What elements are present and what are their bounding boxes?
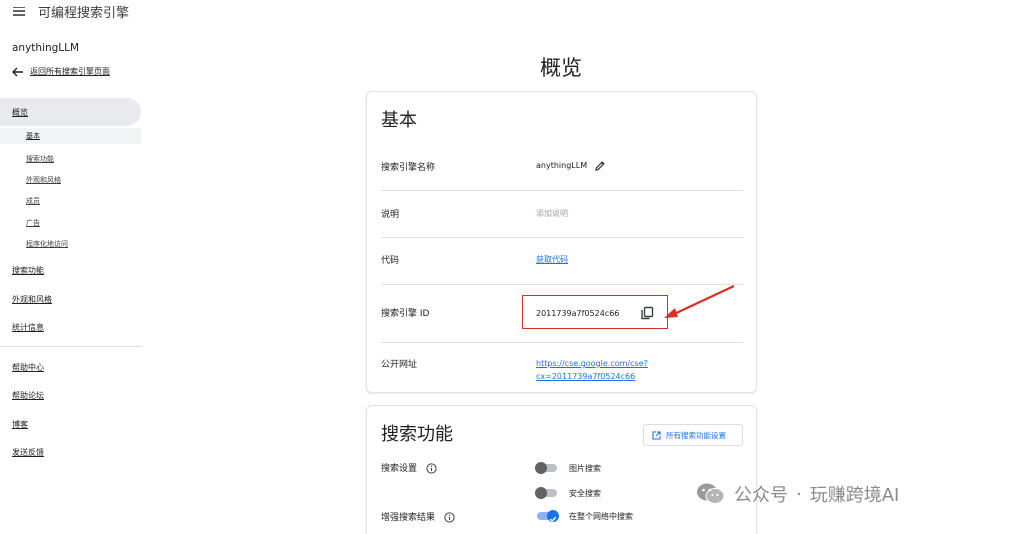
- public-url-line2: cx=2011739a7f0524c66: [536, 372, 636, 381]
- row-divider: [381, 237, 743, 238]
- engine-id-label: 搜索引擎 ID: [381, 309, 430, 319]
- engine-name-label: 搜索引擎名称: [381, 163, 436, 173]
- nav-sub-programmatic-access[interactable]: 程序化地访问: [26, 239, 68, 249]
- nav-help-forum[interactable]: 帮助论坛: [12, 390, 44, 401]
- nav-send-feedback[interactable]: 发送反馈: [12, 447, 44, 458]
- watermark: 公众号 · 玩赚跨境AI: [696, 481, 899, 507]
- arrow-back-icon: [12, 67, 23, 76]
- search-settings-row: 搜索设置: [381, 461, 437, 474]
- nav-look-and-feel[interactable]: 外观和风格: [12, 294, 52, 305]
- nav-sub-search-features[interactable]: 搜索功能: [26, 154, 54, 164]
- safe-search-toggle[interactable]: [535, 487, 559, 499]
- image-search-label: 图片搜索: [569, 464, 601, 473]
- edit-pencil-icon[interactable]: [594, 160, 606, 172]
- copy-icon[interactable]: [640, 306, 654, 320]
- info-icon[interactable]: [426, 463, 437, 474]
- engine-name: anythingLLM: [12, 42, 80, 54]
- add-description-input[interactable]: 添加说明: [536, 208, 568, 219]
- search-entire-web-toggle[interactable]: [535, 510, 559, 522]
- row-divider: [381, 342, 743, 343]
- public-url-label: 公开网址: [381, 360, 418, 370]
- watermark-right: 玩赚跨境AI: [809, 485, 900, 506]
- annotation-arrow-icon: [664, 285, 735, 318]
- get-code-link[interactable]: 获取代码: [536, 254, 568, 265]
- nav-sub-ads[interactable]: 广告: [26, 218, 40, 228]
- description-label: 说明: [381, 210, 400, 220]
- enhanced-results-label: 增强搜索结果: [381, 513, 436, 523]
- nav-blog[interactable]: 博客: [12, 419, 28, 430]
- wechat-logo-icon: [697, 483, 725, 504]
- back-to-all-engines-link[interactable]: 返回所有搜索引擎页面: [12, 66, 110, 77]
- hamburger-menu-icon[interactable]: [13, 6, 25, 16]
- search-features-title: 搜索功能: [381, 424, 453, 445]
- nav-help-center[interactable]: 帮助中心: [12, 362, 44, 373]
- nav-sub-members[interactable]: 成员: [26, 196, 40, 206]
- nav-overview[interactable]: 概览: [0, 98, 141, 126]
- row-divider: [381, 190, 743, 191]
- watermark-left: 公众号: [734, 485, 788, 506]
- sidebar-divider: [0, 346, 142, 347]
- basic-card: 基本 搜索引擎名称 anythingLLM 说明 添加说明 代码 获取代码 搜索…: [366, 91, 757, 393]
- check-icon: [547, 510, 559, 522]
- watermark-dot: ·: [796, 483, 802, 505]
- app-title: 可编程搜索引擎: [38, 5, 130, 21]
- nav-sub-look-and-feel[interactable]: 外观和风格: [26, 175, 61, 185]
- engine-id-value: 2011739a7f0524c66: [536, 309, 620, 318]
- code-label: 代码: [381, 256, 400, 266]
- search-features-card: 搜索功能 所有搜索功能设置 搜索设置 增强搜索结果 图片搜索 安全搜索 在整个网…: [366, 405, 757, 534]
- nav-search-features[interactable]: 搜索功能: [12, 265, 44, 276]
- safe-search-label: 安全搜索: [569, 489, 601, 498]
- open-in-new-icon: [652, 430, 661, 440]
- sidebar: anythingLLM 返回所有搜索引擎页面 概览 基本 搜索功能 外观和风格 …: [0, 28, 142, 534]
- nav-statistics[interactable]: 统计信息: [12, 322, 44, 333]
- info-icon[interactable]: [444, 512, 455, 523]
- all-search-settings-label: 所有搜索功能设置: [666, 430, 726, 440]
- image-search-toggle[interactable]: [535, 462, 559, 474]
- search-entire-web-label: 在整个网络中搜索: [569, 512, 633, 521]
- back-link-label: 返回所有搜索引擎页面: [30, 67, 110, 76]
- all-search-settings-button[interactable]: 所有搜索功能设置: [643, 424, 743, 446]
- nav-sub-basic[interactable]: 基本: [0, 128, 141, 144]
- engine-name-value: anythingLLM: [536, 161, 588, 170]
- page-title: 概览: [540, 56, 582, 80]
- public-url-line1: https://cse.google.com/cse?: [536, 359, 648, 368]
- search-settings-label: 搜索设置: [381, 464, 418, 474]
- enhanced-results-row: 增强搜索结果: [381, 510, 455, 523]
- basic-card-title: 基本: [381, 110, 417, 131]
- public-url-link[interactable]: https://cse.google.com/cse? cx=2011739a7…: [536, 357, 648, 383]
- engine-id-highlight-box: 2011739a7f0524c66: [522, 295, 668, 329]
- top-app-bar: 可编程搜索引擎: [0, 0, 1024, 22]
